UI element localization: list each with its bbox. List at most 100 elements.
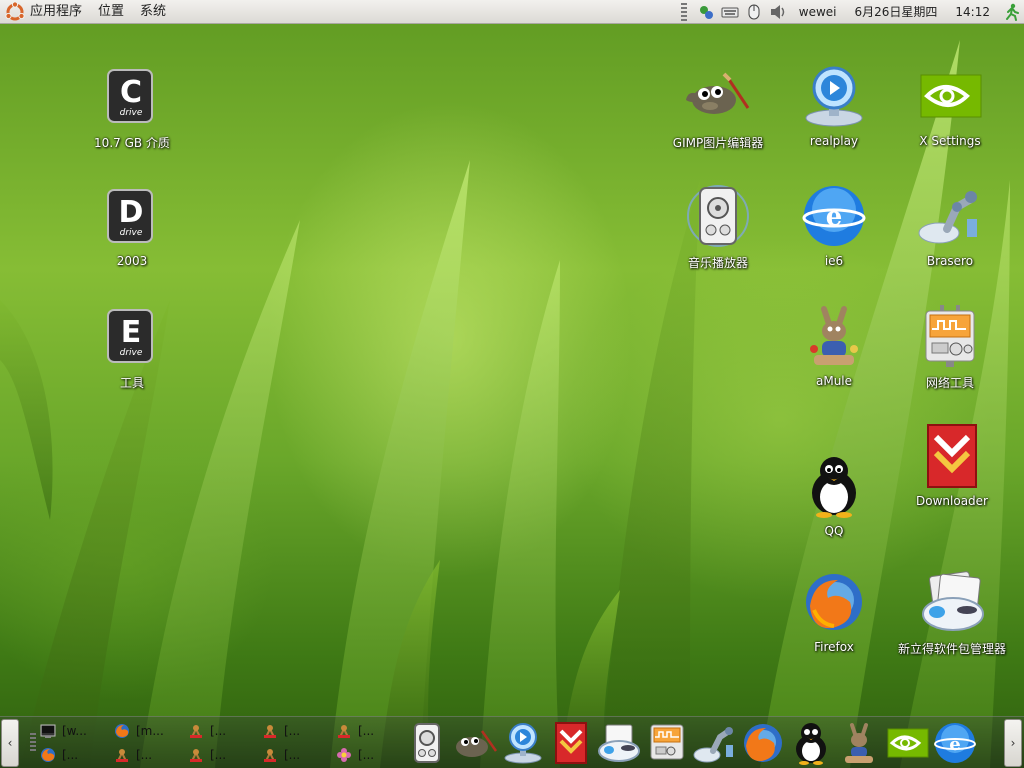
amule-small-icon	[336, 723, 352, 739]
task-label: [w...	[62, 724, 87, 738]
desktop-icon-music-player[interactable]: 音乐播放器	[654, 180, 782, 271]
desktop-icon-gimp[interactable]: GIMP图片编辑器	[654, 60, 782, 151]
task-button[interactable]: [m...	[104, 719, 178, 743]
svg-text:drive: drive	[120, 108, 143, 118]
panel-drag-handle[interactable]	[680, 2, 687, 21]
window-list: [w... [m... [... [... [... [... [... [..…	[30, 719, 400, 767]
qq-penguin-icon	[798, 450, 870, 522]
desktop-icon-e-drive[interactable]: E drive 工具	[68, 300, 196, 391]
ubuntu-logo-icon[interactable]	[4, 0, 26, 23]
desktop-icon-qq[interactable]: QQ	[770, 450, 898, 538]
chevron-right-icon: ›	[1010, 736, 1016, 750]
firefox-icon	[798, 566, 870, 638]
music-player-icon	[682, 180, 754, 252]
qq-penguin-icon[interactable]	[788, 720, 834, 766]
gimp-icon	[682, 60, 754, 132]
desktop-icon-downloader[interactable]: Downloader	[888, 420, 1016, 508]
svg-text:e: e	[949, 734, 960, 755]
desktop-icon-d-drive[interactable]: D drive 2003	[68, 180, 196, 268]
desktop-icon-c-drive[interactable]: C drive 10.7 GB 介质	[68, 60, 196, 151]
chevron-left-icon: ‹	[7, 736, 13, 750]
system-tray: wewei 6月26日星期四 14:12	[677, 2, 1024, 21]
d-drive-icon: D drive	[96, 180, 168, 252]
svg-text:drive: drive	[120, 228, 143, 238]
desktop-icon-label: Downloader	[916, 494, 988, 508]
desktop-icon-label: realplay	[809, 134, 859, 148]
svg-text:E: E	[121, 315, 142, 350]
desktop-icon-label: 网络工具	[925, 376, 974, 390]
task-button[interactable]: [...	[326, 743, 400, 767]
panel-scroll-left-button[interactable]: ‹	[1, 719, 19, 767]
downloader-icon	[916, 420, 988, 492]
date-label[interactable]: 6月26日星期四	[849, 3, 944, 20]
username-label[interactable]: wewei	[793, 5, 843, 19]
top-panel: 应用程序 位置 系统 wewei 6月26日星期四 14:12	[0, 0, 1024, 24]
desktop-icon-brasero[interactable]: Brasero	[886, 180, 1014, 268]
realplay-icon	[798, 60, 870, 132]
menu-places[interactable]: 位置	[90, 0, 132, 24]
synaptic-icon[interactable]	[596, 720, 642, 766]
amule-small-icon	[188, 747, 204, 763]
desktop-icon-synaptic[interactable]: 新立得软件包管理器	[888, 566, 1016, 657]
desktop-icon-label: ie6	[824, 254, 844, 268]
task-button[interactable]: [...	[252, 719, 326, 743]
desktop-icon-firefox[interactable]: Firefox	[770, 566, 898, 654]
amule-icon[interactable]	[836, 720, 882, 766]
brasero-icon[interactable]	[692, 720, 738, 766]
task-label: [...	[210, 724, 227, 738]
mouse-icon[interactable]	[745, 3, 763, 21]
menu-system[interactable]: 系统	[132, 0, 174, 24]
task-label: [m...	[136, 724, 164, 738]
desktop-icon-label: Brasero	[926, 254, 974, 268]
task-button[interactable]: [...	[178, 719, 252, 743]
desktop-icon-x-settings[interactable]: X Settings	[886, 60, 1014, 148]
clock-label[interactable]: 14:12	[949, 5, 996, 19]
svg-text:drive: drive	[120, 348, 143, 358]
firefox-icon	[40, 747, 56, 763]
task-button[interactable]: [...	[104, 743, 178, 767]
amule-icon	[798, 300, 870, 372]
firefox-icon[interactable]	[740, 720, 786, 766]
task-label: [...	[210, 748, 227, 762]
terminal-icon	[40, 723, 56, 739]
e-drive-icon: E drive	[96, 300, 168, 372]
task-button[interactable]: [...	[252, 743, 326, 767]
keyboard-icon[interactable]	[721, 3, 739, 21]
desktop-icon-label: aMule	[815, 374, 853, 388]
logout-runner-icon[interactable]	[1002, 3, 1020, 21]
task-label: [...	[358, 724, 375, 738]
desktop-icon-label: QQ	[824, 524, 844, 538]
desktop-icon-ie6[interactable]: e ie6	[770, 180, 898, 268]
bottom-panel: ‹ [w... [m... [... [... [... [... [... […	[0, 716, 1024, 768]
task-label: [...	[358, 748, 375, 762]
firefox-icon	[114, 723, 130, 739]
panel-scroll-right-button[interactable]: ›	[1004, 719, 1022, 767]
desktop-icon-label: 新立得软件包管理器	[897, 642, 1006, 656]
svg-text:D: D	[119, 195, 144, 230]
volume-icon[interactable]	[769, 3, 787, 21]
nvidia-icon[interactable]	[884, 720, 930, 766]
downloader-icon[interactable]	[548, 720, 594, 766]
desktop-icon-realplay[interactable]: realplay	[770, 60, 898, 148]
ie-icon[interactable]: e	[932, 720, 978, 766]
synaptic-icon	[916, 566, 988, 638]
desktop-icon-label: 10.7 GB 介质	[94, 136, 170, 150]
menu-applications[interactable]: 应用程序	[28, 0, 90, 24]
task-label: [...	[284, 724, 301, 738]
music-player-icon[interactable]	[404, 720, 450, 766]
task-button[interactable]: [w...	[30, 719, 104, 743]
desktop-icon-label: GIMP图片编辑器	[672, 136, 764, 150]
desktop-icon-network-tools[interactable]: 网络工具	[886, 300, 1014, 391]
network-status-icon[interactable]	[697, 3, 715, 21]
desktop-icon-label: X Settings	[919, 134, 981, 148]
desktop-icon-amule[interactable]: aMule	[770, 300, 898, 388]
task-button[interactable]: [...	[326, 719, 400, 743]
task-button[interactable]: [...	[178, 743, 252, 767]
amule-small-icon	[114, 747, 130, 763]
launcher-dock: e	[404, 719, 978, 767]
task-button[interactable]: [...	[30, 743, 104, 767]
gimp-icon[interactable]	[452, 720, 498, 766]
realplay-icon[interactable]	[500, 720, 546, 766]
task-label: [...	[136, 748, 153, 762]
network-tools-icon[interactable]	[644, 720, 690, 766]
